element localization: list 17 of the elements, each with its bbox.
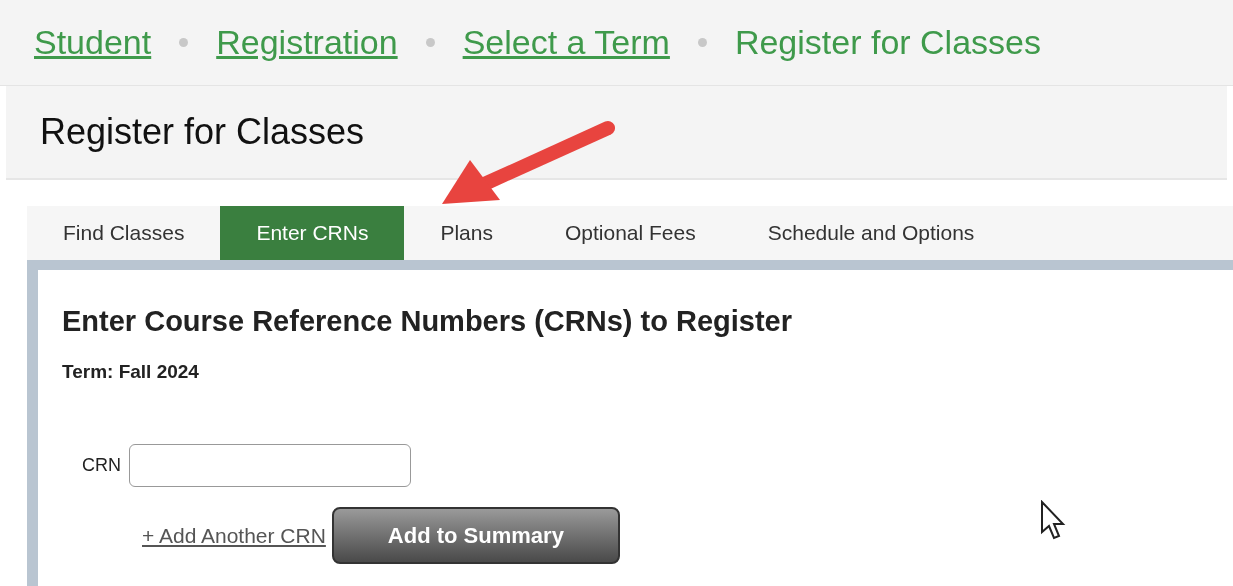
page-title: Register for Classes	[40, 110, 365, 154]
tab[interactable]: Enter CRNs	[220, 206, 405, 260]
separator-icon	[697, 38, 707, 47]
separator-icon	[179, 38, 189, 47]
cursor-icon	[1040, 500, 1066, 540]
add-to-summary-button[interactable]: Add to Summary	[331, 507, 620, 564]
tab[interactable]: Schedule and Options	[731, 206, 1011, 260]
breadcrumb-current: Register for Classes	[734, 22, 1041, 63]
tab[interactable]: Plans	[404, 206, 529, 260]
separator-icon	[425, 38, 435, 47]
crn-label: CRN	[82, 454, 121, 477]
crn-input-field[interactable]	[129, 444, 411, 487]
panel-heading: Enter Course Reference Numbers (CRNs) to Register	[62, 304, 793, 339]
tab[interactable]: Optional Fees	[528, 206, 732, 260]
tab[interactable]: Find Classes	[27, 206, 221, 260]
term-label: Term: Fall 2024	[62, 359, 200, 384]
add-crn-link[interactable]: + Add Another CRN	[142, 519, 326, 552]
